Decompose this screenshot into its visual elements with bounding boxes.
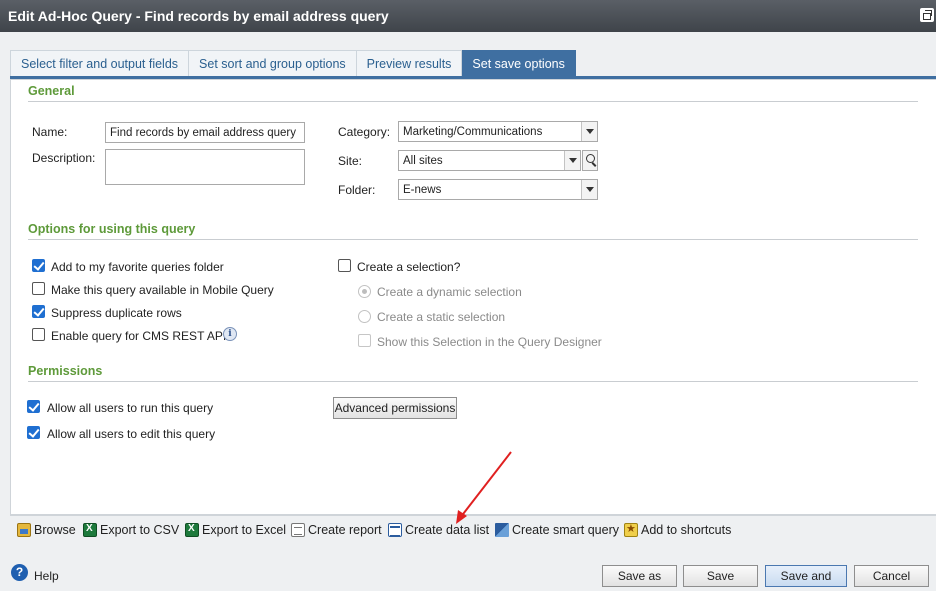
annotation-arrow [456, 451, 512, 524]
